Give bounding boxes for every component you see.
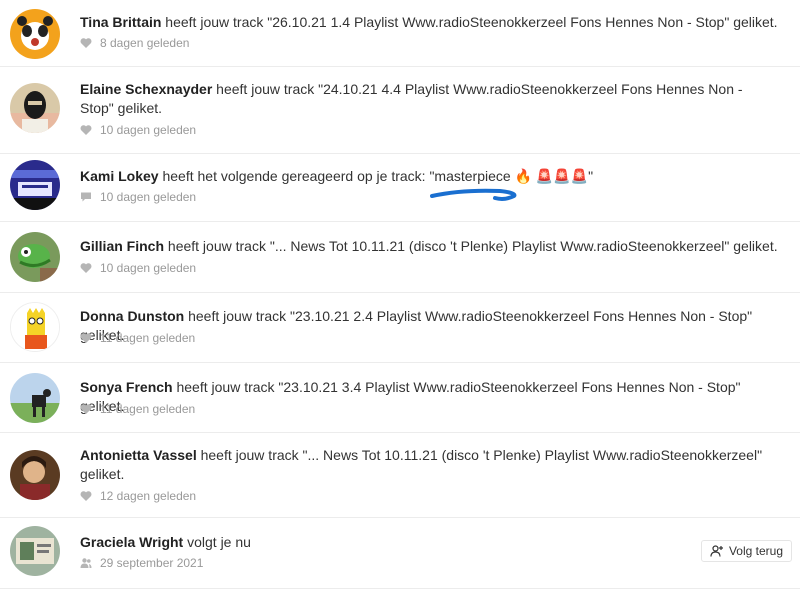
heart-icon [80, 333, 92, 343]
notification-message: heeft het volgende gereageerd op je trac… [158, 168, 594, 184]
user-name-link[interactable]: Graciela Wright [80, 534, 183, 550]
notification-message: heeft jouw track "... News Tot 10.11.21 … [164, 238, 778, 254]
notification-meta: 11 dagen geleden [80, 401, 195, 417]
notification-meta: 10 dagen geleden [80, 189, 196, 205]
user-name-link[interactable]: Tina Brittain [80, 14, 161, 30]
notification-row[interactable]: Graciela Wright volgt je nu 29 september… [0, 518, 800, 589]
notification-row[interactable]: Antonietta Vassel heeft jouw track "... … [0, 433, 800, 518]
notification-meta: 12 dagen geleden [80, 488, 196, 504]
notification-time: 11 dagen geleden [100, 402, 196, 416]
notification-meta: 8 dagen geleden [80, 35, 189, 51]
notification-text: Tina Brittain heeft jouw track "26.10.21… [80, 13, 780, 32]
user-avatar[interactable] [10, 232, 60, 282]
annotation-scribble [430, 188, 517, 202]
comment-icon [81, 192, 91, 202]
user-avatar[interactable] [10, 526, 60, 576]
user-avatar[interactable] [10, 450, 60, 500]
follow-back-button[interactable]: Volg terug [700, 540, 792, 562]
notification-time: 10 dagen geleden [100, 123, 197, 137]
notification-row[interactable]: Sonya French heeft jouw track "23.10.21 … [0, 363, 800, 433]
user-avatar[interactable] [10, 9, 60, 59]
heart-icon [80, 125, 92, 135]
heart-icon [80, 491, 92, 501]
user-name-link[interactable]: Antonietta Vassel [80, 447, 197, 463]
notification-meta: 11 dagen geleden [80, 330, 195, 346]
notification-meta: 10 dagen geleden [80, 260, 196, 276]
user-avatar[interactable] [10, 373, 60, 423]
user-avatar[interactable] [10, 302, 60, 352]
notification-message: heeft jouw track "26.10.21 1.4 Playlist … [161, 14, 778, 30]
notification-text: Gillian Finch heeft jouw track "... News… [80, 237, 780, 256]
notification-meta: 29 september 2021 [80, 555, 203, 571]
user-name-link[interactable]: Elaine Schexnayder [80, 81, 212, 97]
heart-icon [80, 263, 92, 273]
notification-time: 10 dagen geleden [100, 261, 197, 275]
notification-message: volgt je nu [183, 534, 251, 550]
notification-text: Elaine Schexnayder heeft jouw track "24.… [80, 80, 780, 118]
notification-time: 8 dagen geleden [100, 36, 190, 50]
follow-back-label: Volg terug [728, 544, 783, 558]
user-name-link[interactable]: Kami Lokey [80, 168, 159, 184]
notification-row[interactable]: Donna Dunston heeft jouw track "23.10.21… [0, 293, 800, 363]
notification-time: 12 dagen geleden [100, 489, 197, 503]
heart-icon [80, 404, 92, 414]
heart-icon [80, 38, 92, 48]
user-avatar[interactable] [10, 83, 60, 133]
notification-row[interactable]: Gillian Finch heeft jouw track "... News… [0, 222, 800, 293]
notification-time: 10 dagen geleden [100, 190, 197, 204]
notification-time: 11 dagen geleden [100, 331, 196, 345]
notification-row[interactable]: Tina Brittain heeft jouw track "26.10.21… [0, 0, 800, 67]
notification-row[interactable]: Elaine Schexnayder heeft jouw track "24.… [0, 67, 800, 154]
user-name-link[interactable]: Sonya French [80, 379, 173, 395]
notification-meta: 10 dagen geleden [80, 122, 196, 138]
notification-text: Graciela Wright volgt je nu [80, 533, 780, 552]
user-name-link[interactable]: Gillian Finch [80, 238, 164, 254]
user-avatar[interactable] [10, 160, 60, 210]
notification-time: 29 september 2021 [100, 556, 204, 570]
notification-text: Antonietta Vassel heeft jouw track "... … [80, 446, 780, 484]
notification-row[interactable]: Kami Lokey heeft het volgende gereageerd… [0, 154, 800, 222]
user-icon [80, 558, 92, 568]
add-user-icon [710, 545, 723, 557]
user-name-link[interactable]: Donna Dunston [80, 308, 184, 324]
